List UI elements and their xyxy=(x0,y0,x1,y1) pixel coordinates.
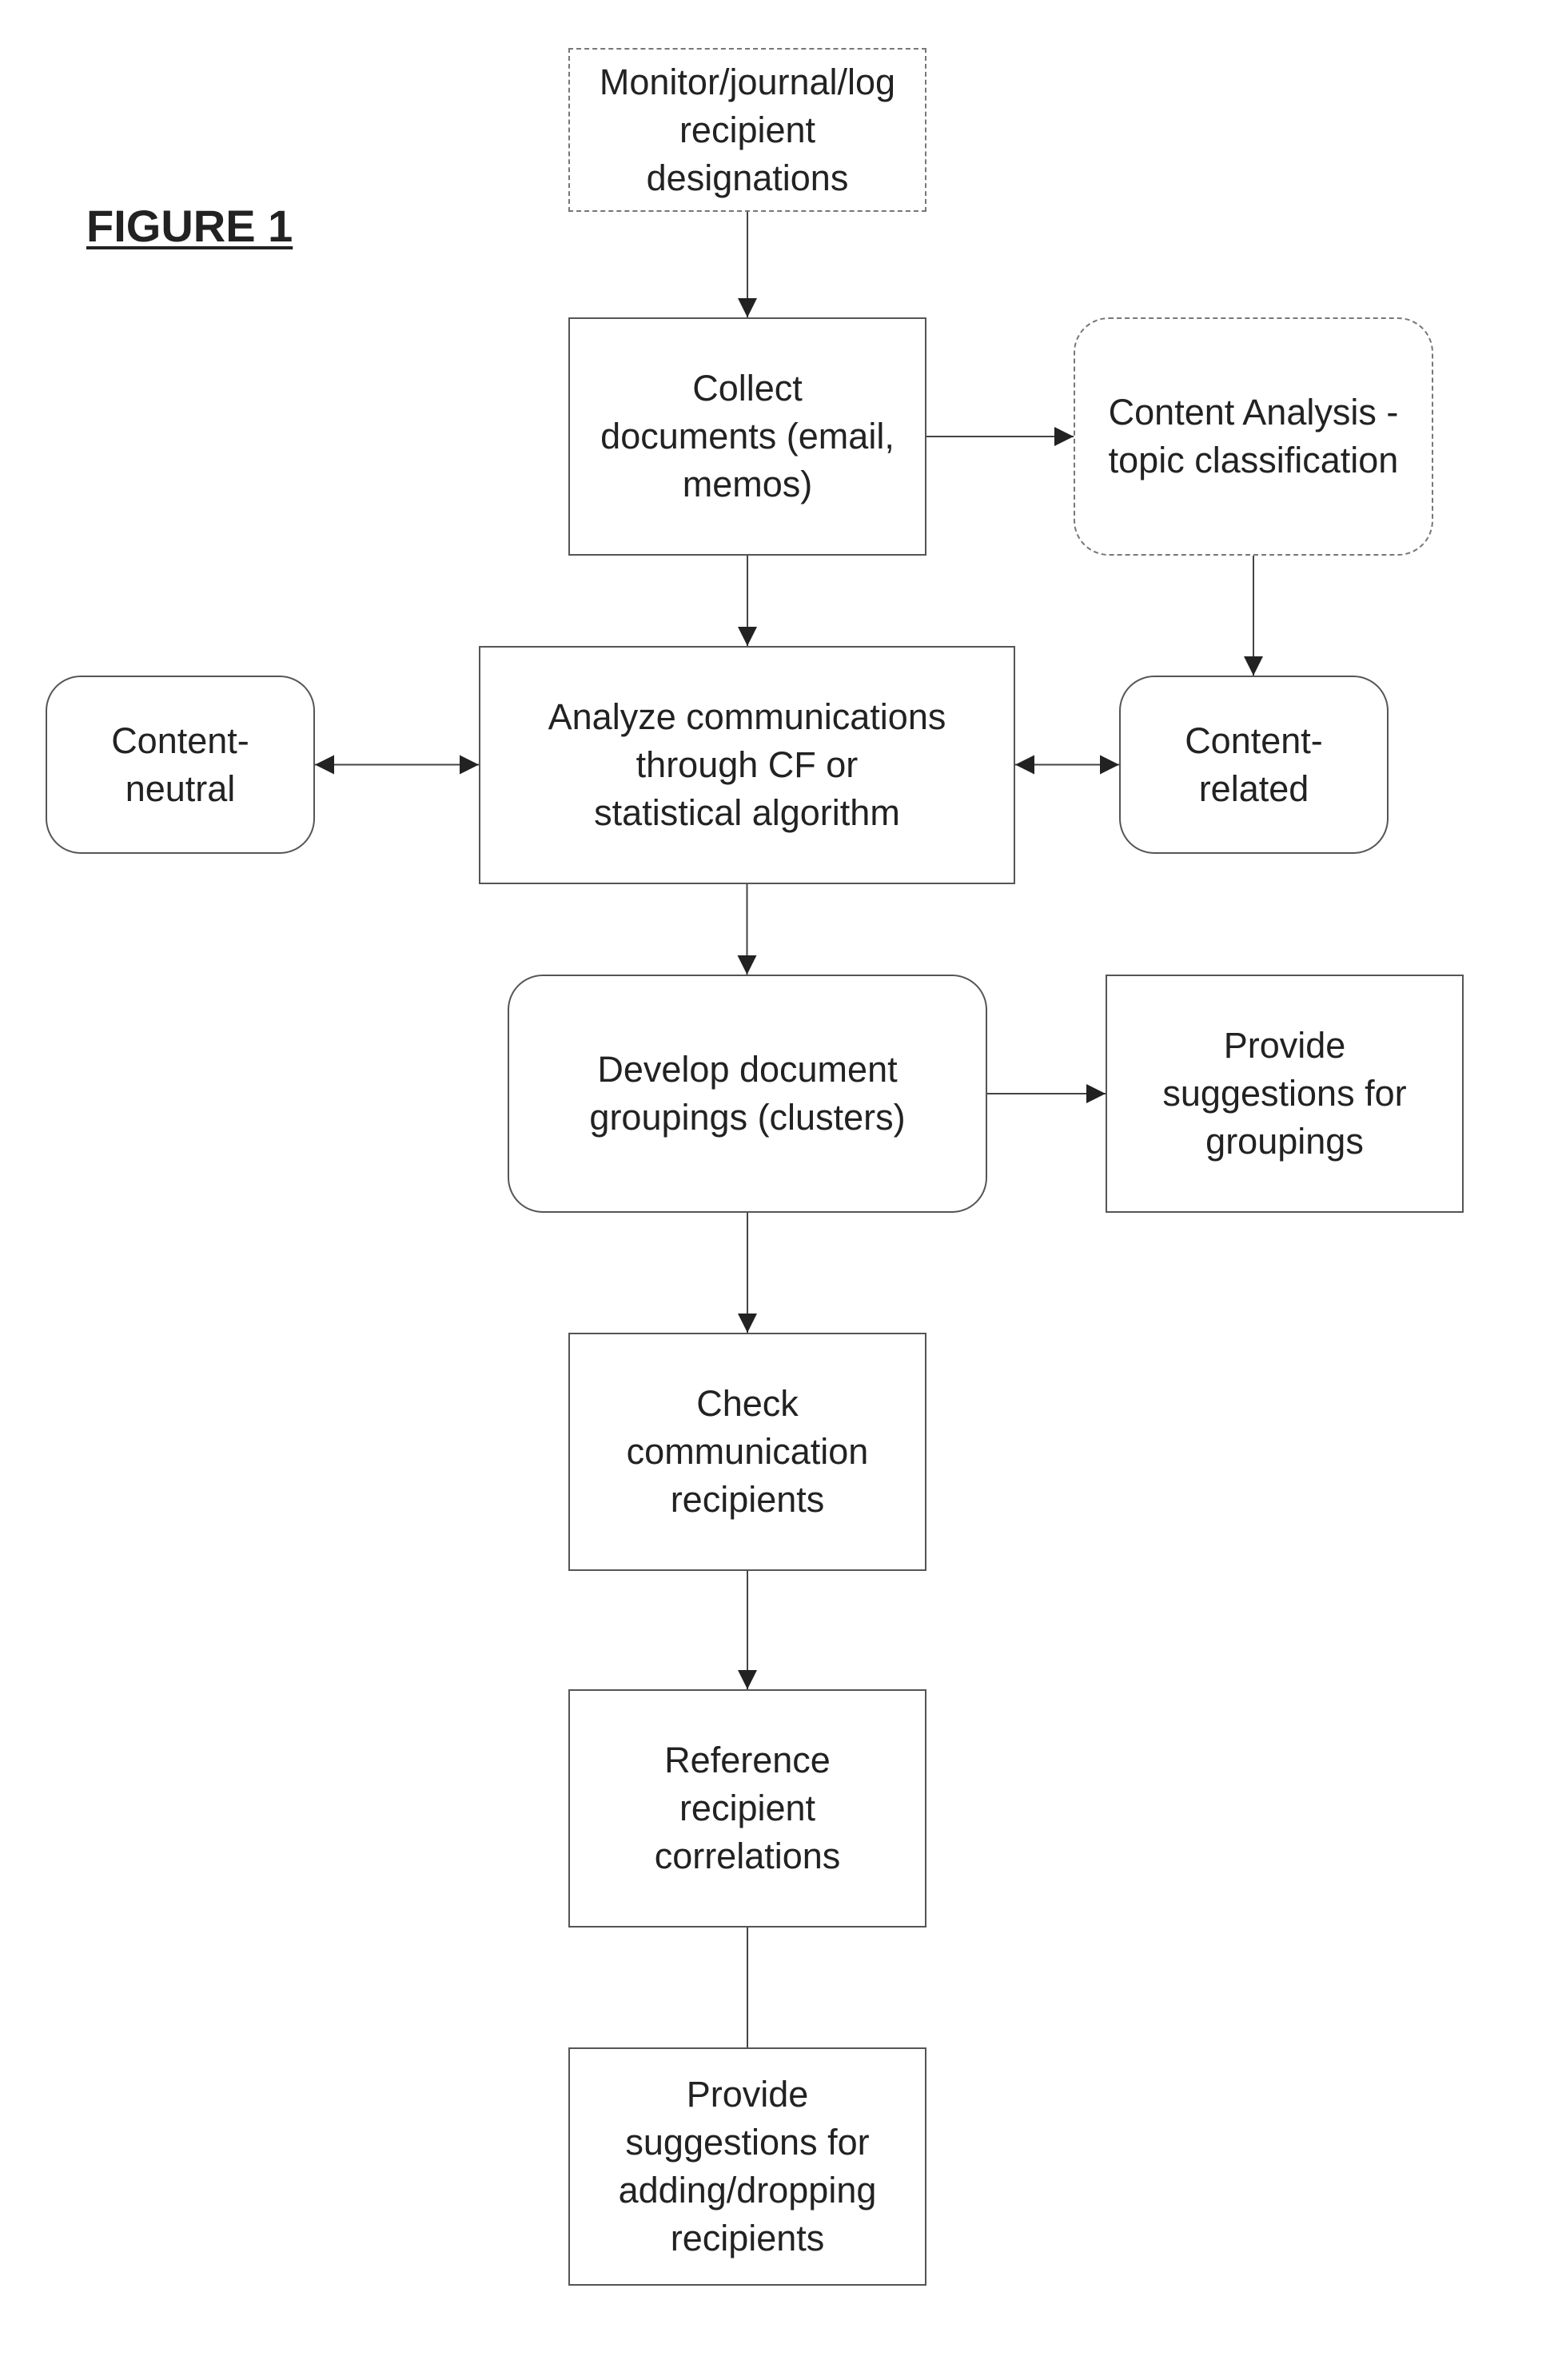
node-reference-recipient-correlations: Reference recipient correlations xyxy=(568,1689,926,1928)
node-label: Check communication recipients xyxy=(626,1383,869,1520)
node-content-neutral: Content- neutral xyxy=(46,676,315,854)
figure-title: FIGURE 1 xyxy=(86,201,293,251)
node-content-related: Content- related xyxy=(1119,676,1389,854)
node-label: Monitor/journal/log recipient designatio… xyxy=(599,61,896,198)
node-check-communication-recipients: Check communication recipients xyxy=(568,1333,926,1571)
node-label: Collect documents (email, memos) xyxy=(600,368,895,504)
node-label: Content- neutral xyxy=(111,720,249,809)
node-collect-documents: Collect documents (email, memos) xyxy=(568,317,926,556)
node-monitor-recipient-designations: Monitor/journal/log recipient designatio… xyxy=(568,48,926,212)
node-label: Provide suggestions for groupings xyxy=(1162,1025,1407,1162)
node-provide-suggestions-recipients: Provide suggestions for adding/dropping … xyxy=(568,2047,926,2286)
node-analyze-communications: Analyze communications through CF or sta… xyxy=(479,646,1015,884)
node-provide-suggestions-groupings: Provide suggestions for groupings xyxy=(1106,975,1464,1213)
node-develop-document-groupings: Develop document groupings (clusters) xyxy=(508,975,987,1213)
node-label: Develop document groupings (clusters) xyxy=(589,1049,906,1138)
node-label: Analyze communications through CF or sta… xyxy=(548,696,946,833)
node-label: Content Analysis - topic classification xyxy=(1108,392,1399,480)
node-label: Reference recipient correlations xyxy=(654,1740,841,1876)
node-content-analysis: Content Analysis - topic classification xyxy=(1074,317,1433,556)
node-label: Content- related xyxy=(1185,720,1323,809)
node-label: Provide suggestions for adding/dropping … xyxy=(618,2074,877,2258)
